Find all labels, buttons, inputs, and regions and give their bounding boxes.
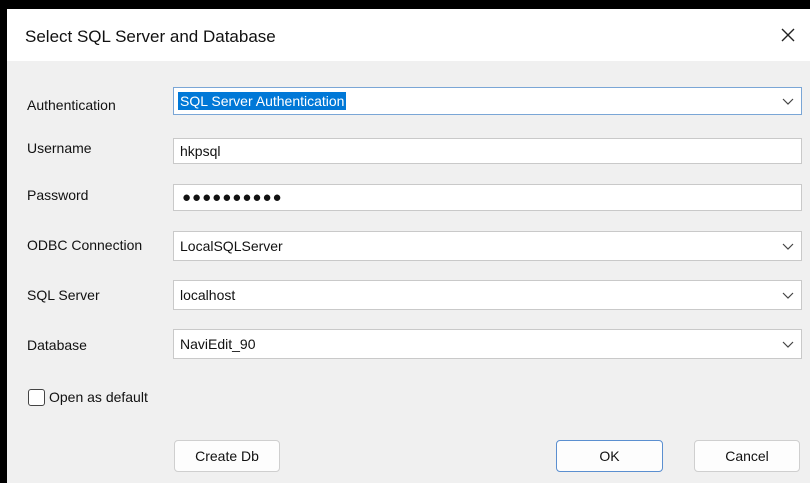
- close-icon: [781, 28, 795, 42]
- username-field[interactable]: hkpsql: [173, 138, 802, 164]
- odbc-connection-dropdown[interactable]: LocalSQLServer: [173, 231, 802, 261]
- dialog-window: Select SQL Server and Database Authentic…: [7, 9, 810, 483]
- authentication-dropdown[interactable]: SQL Server Authentication: [173, 87, 802, 115]
- chevron-down-icon: [782, 98, 794, 105]
- sql-server-dropdown[interactable]: localhost: [173, 280, 802, 310]
- open-as-default-label[interactable]: Open as default: [49, 389, 148, 405]
- odbc-connection-value: LocalSQLServer: [180, 238, 283, 254]
- authentication-label: Authentication: [27, 97, 116, 113]
- close-button[interactable]: [774, 21, 802, 49]
- password-label: Password: [27, 187, 89, 203]
- database-value: NaviEdit_90: [180, 336, 256, 352]
- sql-server-value: localhost: [180, 287, 236, 303]
- open-as-default-checkbox[interactable]: [28, 389, 45, 406]
- username-value: hkpsql: [180, 143, 221, 159]
- username-label: Username: [27, 140, 92, 156]
- password-field[interactable]: ●●●●●●●●●●: [173, 184, 802, 211]
- dialog-body: Authentication SQL Server Authentication…: [7, 61, 810, 483]
- create-db-button[interactable]: Create Db: [174, 440, 280, 472]
- dialog-title: Select SQL Server and Database: [25, 27, 276, 46]
- password-value: ●●●●●●●●●●: [182, 189, 283, 206]
- chevron-down-icon: [782, 341, 794, 348]
- authentication-value: SQL Server Authentication: [178, 92, 347, 110]
- odbc-connection-label: ODBC Connection: [27, 237, 143, 253]
- database-dropdown[interactable]: NaviEdit_90: [173, 329, 802, 359]
- cancel-button[interactable]: Cancel: [694, 440, 800, 472]
- database-label: Database: [27, 337, 87, 353]
- sql-server-label: SQL Server: [27, 287, 100, 303]
- title-bar: Select SQL Server and Database: [7, 9, 810, 61]
- chevron-down-icon: [782, 292, 794, 299]
- chevron-down-icon: [782, 243, 794, 250]
- ok-button[interactable]: OK: [556, 440, 663, 472]
